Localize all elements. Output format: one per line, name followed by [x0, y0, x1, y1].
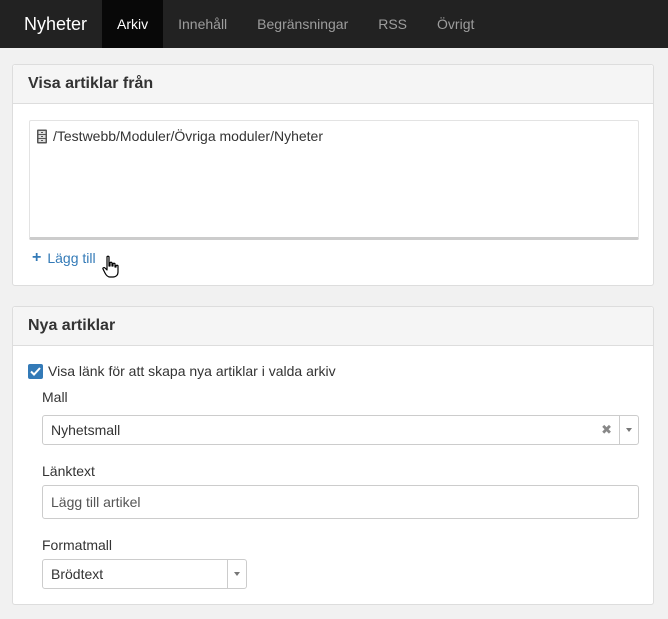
template-label: Mall	[42, 389, 68, 405]
clear-icon[interactable]: ✖	[601, 416, 612, 444]
archive-path: /Testwebb/Moduler/Övriga moduler/Nyheter	[53, 128, 324, 144]
format-select[interactable]: Brödtext	[42, 559, 247, 589]
tab-bar: Arkiv Innehåll Begränsningar RSS Övrigt	[102, 0, 489, 48]
tab-ovrigt[interactable]: Övrigt	[422, 0, 489, 48]
archive-icon	[36, 129, 48, 144]
plus-icon: +	[32, 249, 42, 266]
hand-cursor-icon	[102, 255, 119, 278]
template-value: Nyhetsmall	[51, 422, 121, 438]
tab-arkiv[interactable]: Arkiv	[102, 0, 164, 48]
new-articles-panel: Nya artiklar Visa länk för att skapa nya…	[12, 306, 654, 605]
format-label: Formatmall	[42, 537, 113, 553]
archive-panel-title: Visa artiklar från	[13, 65, 653, 104]
list-item[interactable]: /Testwebb/Moduler/Övriga moduler/Nyheter	[36, 128, 323, 144]
archive-list[interactable]: /Testwebb/Moduler/Övriga moduler/Nyheter	[29, 120, 639, 240]
show-create-link-label: Visa länk för att skapa nya artiklar i v…	[48, 363, 336, 379]
new-articles-panel-title: Nya artiklar	[13, 307, 653, 346]
brand-title: Nyheter	[24, 14, 88, 34]
check-icon	[30, 366, 41, 376]
chevron-down-icon[interactable]	[227, 560, 246, 588]
linktext-input[interactable]: Lägg till artikel	[42, 485, 639, 519]
chevron-down-icon[interactable]	[619, 416, 638, 444]
show-create-link-checkbox[interactable]	[28, 363, 43, 379]
template-select[interactable]: Nyhetsmall ✖	[42, 415, 639, 445]
linktext-label: Länktext	[42, 463, 95, 479]
archive-panel: Visa artiklar från /Testwebb/Moduler/Övr…	[12, 64, 654, 286]
add-archive-link[interactable]: + Lägg till	[32, 249, 96, 267]
tab-innehall[interactable]: Innehåll	[163, 0, 242, 48]
tab-begransningar[interactable]: Begränsningar	[242, 0, 363, 48]
tab-rss[interactable]: RSS	[363, 0, 422, 48]
top-navbar: Nyheter Arkiv Innehåll Begränsningar RSS…	[0, 0, 668, 48]
linktext-value: Lägg till artikel	[51, 494, 141, 510]
show-create-link-row: Visa länk för att skapa nya artiklar i v…	[28, 363, 336, 379]
format-value: Brödtext	[51, 566, 104, 582]
add-archive-label: Lägg till	[47, 250, 96, 266]
